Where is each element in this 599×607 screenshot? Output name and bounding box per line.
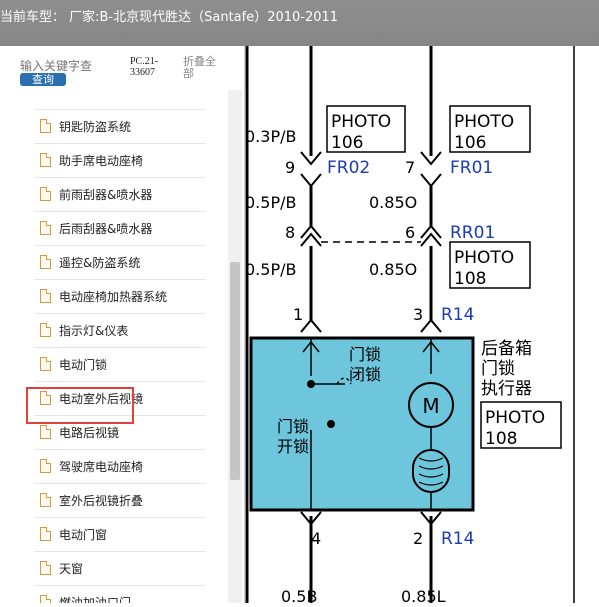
list-item[interactable]: 指示灯&仪表 — [34, 314, 206, 348]
selection-highlight — [26, 387, 134, 424]
list-item-selected[interactable]: 电动门锁 — [34, 348, 206, 382]
photo-number: 106 — [454, 133, 486, 153]
file-icon — [40, 425, 51, 439]
file-icon — [40, 255, 51, 269]
title-bar: 当前车型： 厂家:B-北京现代胜达（Santafe）2010-2011 — [0, 0, 599, 46]
vehicle-title: 当前车型： 厂家:B-北京现代胜达（Santafe）2010-2011 — [0, 10, 339, 25]
list-item-label: 室外后视镜折叠 — [59, 494, 144, 508]
list-item-label: 电动门锁 — [59, 358, 108, 372]
list-item-label: 电动门窗 — [59, 528, 108, 542]
wire-label: 0.5P/B — [245, 193, 296, 212]
list-item-label: 助手席电动座椅 — [59, 154, 144, 168]
photo-label: PHOTO — [454, 112, 514, 132]
list-item[interactable]: 钥匙防盗系统 — [34, 110, 206, 144]
list-item[interactable]: 天窗 — [34, 552, 206, 586]
tree-item — [34, 76, 206, 110]
photo-label: PHOTO — [331, 112, 391, 132]
list-item[interactable]: 助手席电动座椅 — [34, 144, 206, 178]
file-icon — [40, 221, 51, 235]
pin-number: 8 — [285, 223, 295, 242]
motor-symbol: M — [422, 394, 439, 418]
wire-label: 0.85L — [401, 587, 446, 603]
connector-chevron — [300, 224, 322, 239]
list-item[interactable]: 前雨刮器&喷水器 — [34, 178, 206, 212]
list-item-label: 钥匙防盗系统 — [59, 120, 132, 134]
list-item[interactable]: 驾驶席电动座椅 — [34, 450, 206, 484]
wire-label: 0.85O — [369, 260, 417, 279]
file-icon — [40, 323, 51, 337]
connector-chevron — [420, 173, 442, 188]
connector-name: FR02 — [327, 158, 370, 178]
left-panel: 查询 PC.21-33607 折叠全部 钥匙防盗系统 助手席电动座椅 前雨刮器&… — [0, 46, 245, 603]
tree-list: 钥匙防盗系统 助手席电动座椅 前雨刮器&喷水器 后雨刮器&喷水器 遥控&防盗系统… — [0, 102, 226, 603]
connector-name: R14 — [441, 529, 474, 549]
search-input[interactable] — [20, 58, 120, 74]
file-icon — [40, 595, 51, 603]
component-label: 执行器 — [481, 379, 532, 399]
component-label: 门锁 — [481, 359, 515, 379]
list-item-label: 前雨刮器&喷水器 — [59, 188, 153, 202]
file-icon — [40, 493, 51, 507]
pin-number: 9 — [285, 158, 295, 177]
list-item[interactable]: 遥控&防盗系统 — [34, 246, 206, 280]
pin-number: 2 — [413, 529, 423, 548]
pin-number: 1 — [293, 305, 303, 324]
list-item-label: 电路后视镜 — [59, 426, 120, 440]
pin-number: 3 — [413, 305, 423, 324]
photo-label: PHOTO — [485, 408, 545, 428]
wire-label: 0.5B — [281, 587, 317, 603]
list-item-label: 指示灯&仪表 — [59, 324, 129, 338]
switch-label: 开锁 — [277, 437, 309, 456]
list-item-label: 燃油加油口门 — [59, 596, 132, 603]
connector-name: FR01 — [450, 158, 493, 178]
list-item[interactable]: 电动门窗 — [34, 518, 206, 552]
photo-number: 108 — [485, 429, 517, 449]
scrollbar-thumb[interactable] — [230, 262, 240, 480]
list-item-label: 天窗 — [59, 562, 84, 576]
list-item[interactable]: 室外后视镜折叠 — [34, 484, 206, 518]
coil-icon — [412, 449, 450, 493]
wiring-diagram-svg: M PHOTO 106 PHOTO 106 PHOTO 108 PHOTO 10… — [245, 46, 575, 606]
list-item[interactable]: 燃油加油口门 — [34, 586, 206, 603]
file-icon — [40, 119, 51, 133]
file-icon — [40, 459, 51, 473]
wire-label: 0.85O — [369, 193, 417, 212]
connector-name: RR01 — [450, 223, 495, 243]
photo-number: 106 — [331, 133, 363, 153]
list-item-label: 遥控&防盗系统 — [59, 256, 141, 270]
switch-contact — [327, 420, 335, 428]
wire-label: 0.3P/B — [245, 127, 296, 146]
pc-code: PC.21-33607 — [130, 56, 159, 78]
photo-label: PHOTO — [454, 248, 514, 268]
component-label: 后备箱 — [481, 339, 532, 359]
list-item[interactable]: 电动座椅加热器系统 — [34, 280, 206, 314]
file-icon — [40, 289, 51, 303]
pin-number: 6 — [405, 223, 415, 242]
switch-label: 闭锁 — [349, 365, 381, 384]
switch-label: 门锁 — [349, 345, 381, 364]
wiring-diagram: M PHOTO 106 PHOTO 106 PHOTO 108 PHOTO 10… — [245, 46, 599, 606]
list-item-label: 电动座椅加热器系统 — [59, 290, 168, 304]
photo-number: 108 — [454, 269, 486, 289]
pin-number: 7 — [405, 158, 415, 177]
switch-label: 门锁 — [277, 417, 309, 436]
file-icon — [40, 561, 51, 575]
list-item-label: 后雨刮器&喷水器 — [59, 222, 153, 236]
file-icon — [40, 527, 51, 541]
connector-chevron — [420, 224, 442, 239]
connector-name: R14 — [441, 305, 474, 325]
file-icon — [40, 357, 51, 371]
connector-chevron — [300, 173, 322, 188]
wire-label: 0.5P/B — [245, 260, 296, 279]
file-icon — [40, 187, 51, 201]
file-icon — [40, 153, 51, 167]
list-item[interactable]: 后雨刮器&喷水器 — [34, 212, 206, 246]
pin-number: 4 — [311, 529, 321, 548]
list-item-label: 驾驶席电动座椅 — [59, 460, 144, 474]
